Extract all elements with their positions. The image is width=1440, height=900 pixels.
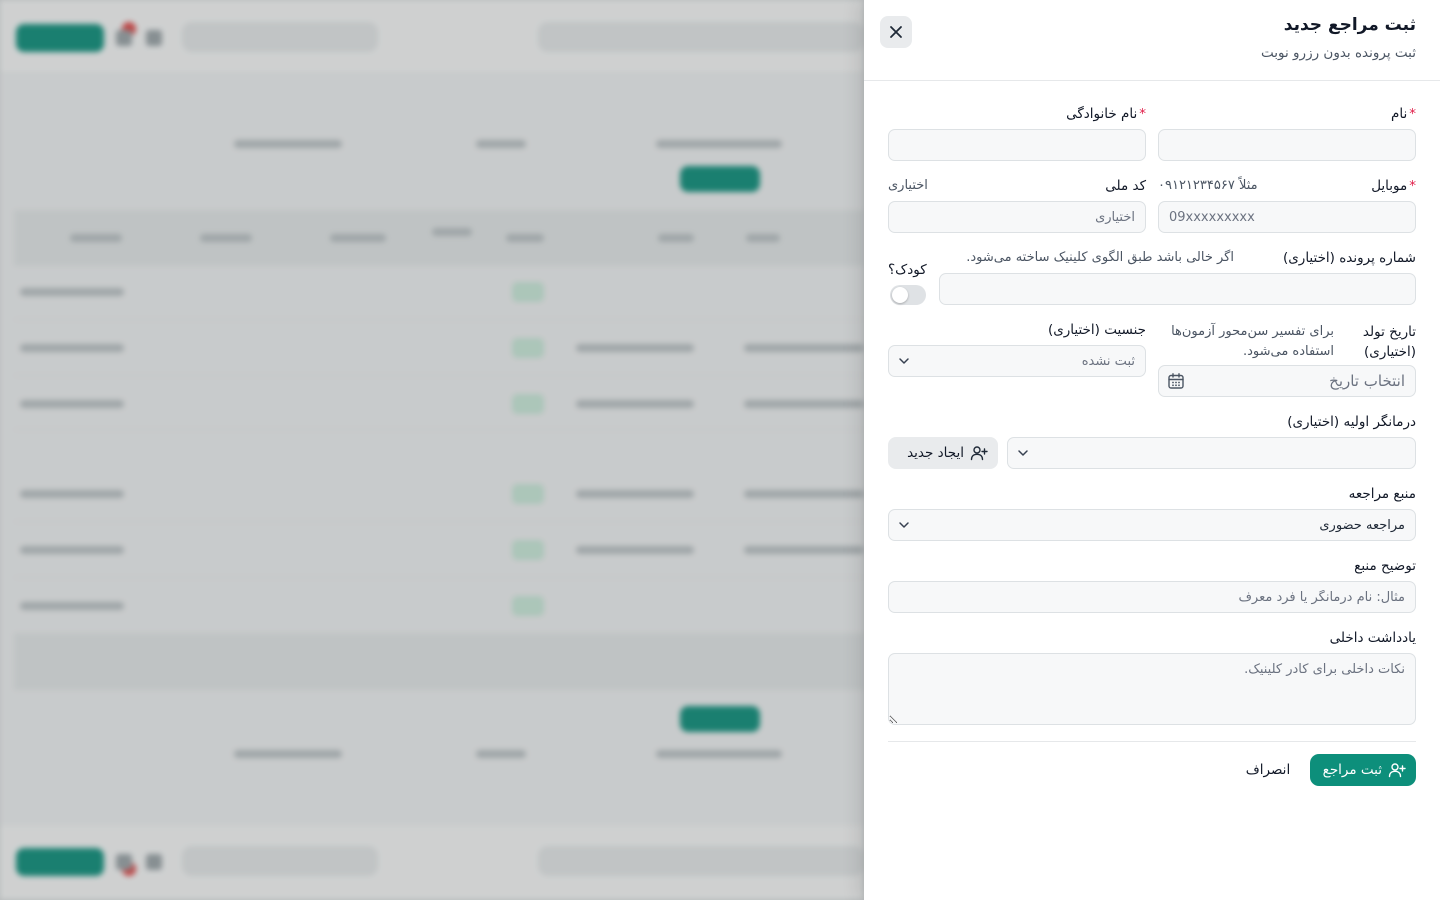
birth-date-hint: برای تفسیر سن‌محور آزمون‌ها استفاده می‌ش… [1171, 322, 1334, 362]
birth-date-placeholder: انتخاب تاریخ [1329, 372, 1405, 390]
footer-divider [888, 741, 1416, 742]
mobile-label-text: موبایل [1371, 178, 1408, 194]
user-plus-icon [970, 444, 988, 462]
internal-note-textarea[interactable] [888, 653, 1416, 725]
first-name-label-text: نام [1391, 106, 1408, 122]
gender-label: جنسیت (اختیاری) [1047, 322, 1146, 338]
calendar-icon [1167, 372, 1185, 390]
required-mark: * [1139, 106, 1146, 122]
file-number-hint: اگر خالی باشد طبق الگوی کلینیک ساخته می‌… [966, 250, 1234, 265]
new-client-drawer: ثبت مراجع جدید ثبت پرونده بدون رزرو نوبت… [864, 0, 1440, 900]
source-description-label: توضیح منبع [1354, 558, 1416, 574]
submit-client-button[interactable]: ثبت مراجع [1310, 754, 1416, 786]
is-child-label: کودک؟ [888, 262, 927, 278]
create-therapist-button[interactable]: ایجاد جدید [888, 437, 998, 469]
first-name-label: *نام [1391, 106, 1416, 122]
mobile-label: *موبایل [1371, 178, 1416, 194]
is-child-toggle[interactable] [890, 285, 926, 305]
user-plus-icon [1388, 761, 1406, 779]
gender-select[interactable]: ثبت نشده [888, 345, 1146, 377]
cancel-button[interactable]: انصراف [1238, 754, 1298, 786]
national-code-label: کد ملی [1105, 178, 1146, 194]
therapist-label: درمانگر اولیه (اختیاری) [1287, 414, 1416, 430]
birth-date-hint-line2: استفاده می‌شود. [1242, 344, 1334, 359]
source-description-input[interactable] [888, 581, 1416, 613]
birth-date-picker[interactable]: انتخاب تاریخ [1158, 365, 1416, 397]
internal-note-label: یادداشت داخلی [1329, 630, 1416, 646]
mobile-hint: مثلاً ۰۹۱۲۱۲۳۴۵۶۷ [1158, 178, 1258, 193]
national-code-hint: اختیاری [888, 178, 928, 193]
drawer-subtitle: ثبت پرونده بدون رزرو نوبت [1261, 45, 1416, 61]
last-name-label-text: نام خانوادگی [1066, 106, 1138, 122]
submit-client-label: ثبت مراجع [1322, 762, 1382, 778]
gender-selected-value: ثبت نشده [1081, 353, 1135, 369]
birth-date-label-line1: تاریخ تولد [1362, 324, 1416, 340]
national-code-input[interactable] [888, 201, 1146, 233]
create-therapist-label: ایجاد جدید [907, 445, 964, 461]
required-mark: * [1409, 106, 1416, 122]
modal-backdrop[interactable] [0, 0, 864, 900]
birth-date-label-line2: (اختیاری) [1364, 344, 1416, 360]
close-button[interactable] [880, 16, 912, 48]
mobile-input[interactable] [1158, 201, 1416, 233]
drawer-header: ثبت مراجع جدید ثبت پرونده بدون رزرو نوبت [864, 0, 1440, 81]
close-icon [889, 25, 903, 39]
last-name-label: *نام خانوادگی [1066, 106, 1146, 122]
referral-source-selected-value: مراجعه حضوری [1319, 517, 1405, 533]
chevron-down-icon [1016, 446, 1030, 460]
toggle-knob [892, 287, 908, 303]
chevron-down-icon [897, 518, 911, 532]
referral-source-select[interactable]: مراجعه حضوری [888, 509, 1416, 541]
birth-date-hint-line1: برای تفسیر سن‌محور آزمون‌ها [1171, 324, 1334, 339]
therapist-select[interactable] [1007, 437, 1416, 469]
last-name-input[interactable] [888, 129, 1146, 161]
file-number-input[interactable] [939, 273, 1416, 305]
file-number-label: شماره پرونده (اختیاری) [1282, 250, 1416, 266]
required-mark: * [1409, 178, 1416, 194]
first-name-input[interactable] [1158, 129, 1416, 161]
birth-date-label: تاریخ تولد (اختیاری) [1363, 322, 1416, 362]
chevron-down-icon [897, 354, 911, 368]
referral-source-label: منبع مراجعه [1348, 486, 1416, 502]
drawer-title: ثبت مراجع جدید [1283, 15, 1416, 35]
